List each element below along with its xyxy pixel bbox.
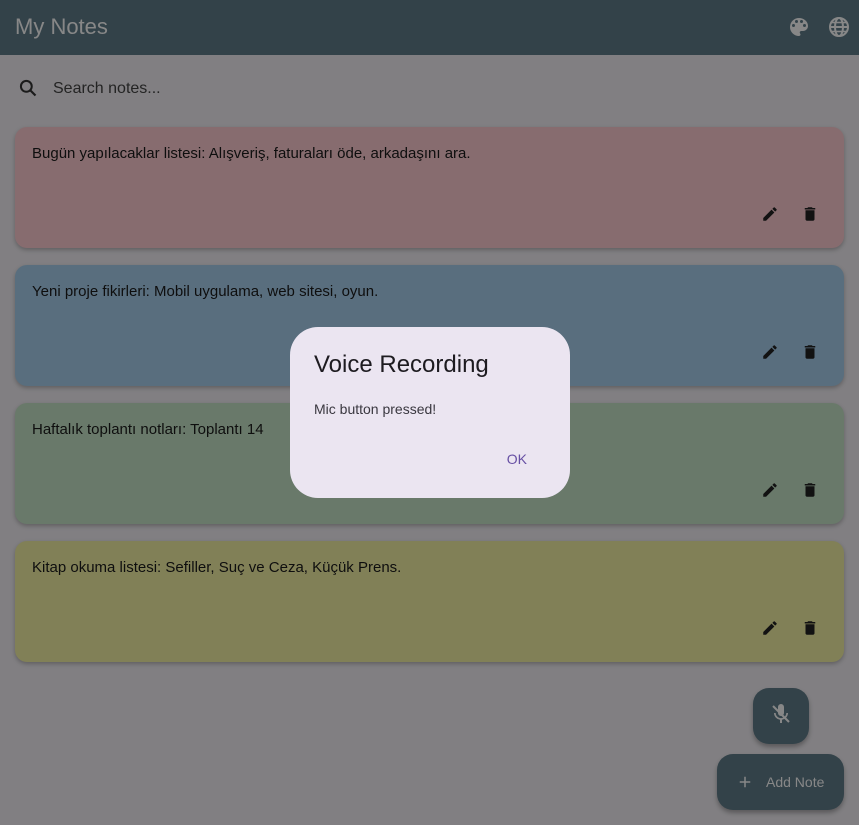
dialog-message: Mic button pressed! [314, 401, 437, 417]
ok-button[interactable]: OK [494, 447, 540, 471]
voice-recording-dialog: Voice Recording Mic button pressed! OK [290, 327, 570, 498]
dialog-title: Voice Recording [314, 351, 489, 378]
